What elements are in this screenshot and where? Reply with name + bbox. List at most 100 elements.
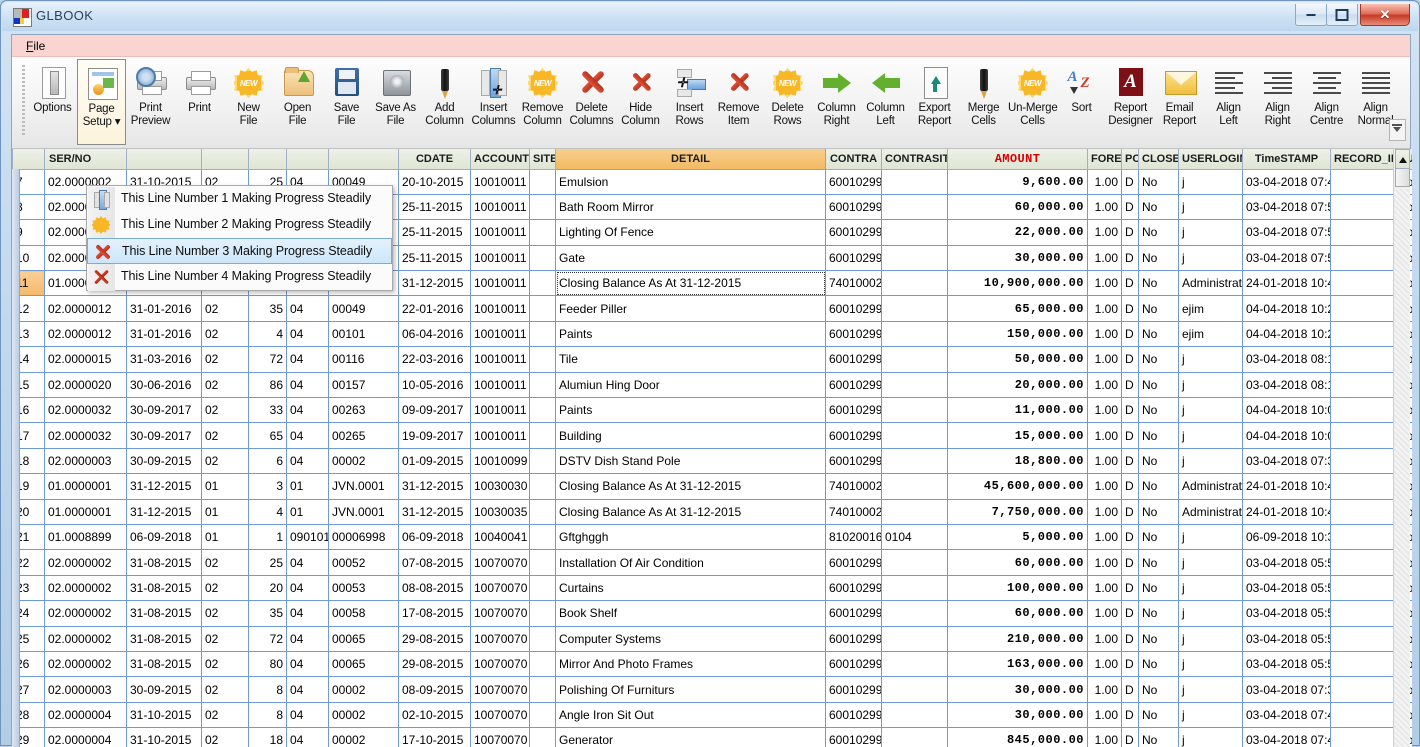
cell-date[interactable]: 30-09-2017 (126, 397, 202, 424)
table-row[interactable]: 25 02.0000002 31-08-2015 02 72 04 00065 29-08-2… (12, 625, 1412, 652)
col-header-site[interactable]: SITE (529, 149, 556, 170)
toolbar-button-print-preview[interactable]: Print Preview (126, 59, 175, 145)
cell-site[interactable] (529, 193, 556, 221)
cell-detail[interactable]: Computer Systems (555, 625, 826, 652)
col-header-cd[interactable] (201, 149, 249, 170)
cell-rid[interactable] (1330, 574, 1395, 602)
cell-ts[interactable]: 03-04-2018 05:5 (1242, 600, 1331, 627)
cell-site[interactable] (529, 625, 556, 652)
cell-closed[interactable]: No (1138, 650, 1179, 678)
cell-date[interactable]: 31-08-2015 (126, 625, 202, 652)
cell-ts[interactable]: 24-01-2018 10:4 (1242, 270, 1331, 297)
cell-ty[interactable]: 04 (286, 727, 329, 747)
cell-closed[interactable]: No (1138, 600, 1179, 627)
cell-site[interactable] (529, 727, 556, 747)
cell-sn[interactable]: 25 (248, 549, 287, 576)
cell-amount[interactable]: 30,000.00 (947, 244, 1088, 272)
cell-forex[interactable]: 1.00 (1087, 650, 1122, 678)
cell-amount[interactable]: 30,000.00 (947, 701, 1088, 729)
cell-rid[interactable] (1330, 473, 1395, 500)
cell-detail[interactable]: Paints (555, 397, 826, 424)
cell-contra[interactable]: 60010299 (825, 676, 882, 703)
cell-cdate[interactable]: 25-11-2015 (398, 219, 471, 246)
cell-pc[interactable]: D (1121, 168, 1139, 195)
cell-sn[interactable]: 6 (248, 447, 287, 475)
cell-pc[interactable]: D (1121, 397, 1139, 424)
toolbar-button-insert-columns[interactable]: ✛ Insert Columns (469, 59, 518, 145)
cell-ts[interactable]: 03-04-2018 08:1 (1242, 371, 1331, 399)
cell-contra[interactable]: 60010299 (825, 346, 882, 373)
cell-cdate[interactable]: 10-05-2016 (398, 371, 471, 399)
cell-user[interactable]: j (1178, 219, 1243, 246)
cell-cdate[interactable]: 06-04-2016 (398, 320, 471, 348)
cell-voucher[interactable]: 00265 (328, 422, 399, 449)
cell-date[interactable]: 31-12-2015 (126, 473, 202, 500)
cell-forex[interactable]: 1.00 (1087, 168, 1122, 195)
cell-cd[interactable]: 02 (201, 447, 249, 475)
toolbar-button-align-left[interactable]: Align Left (1204, 59, 1253, 145)
cell-ty[interactable]: 04 (286, 600, 329, 627)
table-row[interactable]: 12 02.0000012 31-01-2016 02 35 04 00049 22-01-2… (12, 295, 1412, 322)
toolbar-button-add-column[interactable]: Add Column (420, 59, 469, 145)
cell-detail[interactable]: Alumiun Hing Door (555, 371, 826, 399)
cell-contrasite[interactable] (881, 219, 948, 246)
cell-closed[interactable]: No (1138, 498, 1179, 525)
cell-account[interactable]: 10030035 (470, 498, 530, 525)
row-selector-strip[interactable] (12, 169, 20, 747)
cell-voucher[interactable]: 00065 (328, 625, 399, 652)
cell-amount[interactable]: 18,800.00 (947, 447, 1088, 475)
cell-detail[interactable]: Paints (555, 320, 826, 348)
cell-pc[interactable]: D (1121, 625, 1139, 652)
cell-amount[interactable]: 15,000.00 (947, 422, 1088, 449)
cell-closed[interactable]: No (1138, 168, 1179, 195)
cell-pc[interactable]: D (1121, 473, 1139, 500)
cell-forex[interactable]: 1.00 (1087, 397, 1122, 424)
cell-account[interactable]: 10010011 (470, 193, 530, 221)
cell-contrasite[interactable] (881, 625, 948, 652)
cell-ty[interactable]: 04 (286, 397, 329, 424)
cell-detail[interactable]: Curtains (555, 574, 826, 602)
menu-item-line-2[interactable]: This Line Number 2 Making Progress Stead… (87, 212, 392, 238)
cell-date[interactable]: 30-09-2015 (126, 447, 202, 475)
cell-cd[interactable]: 02 (201, 346, 249, 373)
cell-ts[interactable]: 03-04-2018 07:5 (1242, 244, 1331, 272)
cell-rid[interactable] (1330, 625, 1395, 652)
cell-ts[interactable]: 04-04-2018 10:0 (1242, 397, 1331, 424)
cell-amount[interactable]: 100,000.00 (947, 574, 1088, 602)
cell-sn[interactable]: 72 (248, 346, 287, 373)
cell-serno[interactable]: 02.0000004 (44, 727, 127, 747)
cell-pc[interactable]: D (1121, 498, 1139, 525)
cell-sn[interactable]: 65 (248, 422, 287, 449)
cell-date[interactable]: 31-08-2015 (126, 549, 202, 576)
toolbar-button-export-report[interactable]: Export Report (910, 59, 959, 145)
cell-amount[interactable]: 11,000.00 (947, 397, 1088, 424)
toolbar-button-page-setup[interactable]: Page Setup ▾ (77, 59, 126, 145)
cell-cd[interactable]: 01 (201, 498, 249, 525)
cell-sn[interactable]: 35 (248, 600, 287, 627)
cell-account[interactable]: 10070070 (470, 600, 530, 627)
col-header-userlogin[interactable]: USERLOGIN (1178, 149, 1243, 170)
cell-cdate[interactable]: 22-01-2016 (398, 295, 471, 322)
cell-contrasite[interactable] (881, 701, 948, 729)
cell-cd[interactable]: 01 (201, 523, 249, 551)
cell-user[interactable]: j (1178, 600, 1243, 627)
col-header-recordid[interactable]: RECORD_ID (1330, 149, 1395, 170)
table-row[interactable]: 18 02.0000003 30-09-2015 02 6 04 00002 01-09-20… (12, 447, 1412, 475)
cell-site[interactable] (529, 574, 556, 602)
cell-ty[interactable]: 04 (286, 650, 329, 678)
cell-cdate[interactable]: 20-10-2015 (398, 168, 471, 195)
cell-account[interactable]: 10070070 (470, 549, 530, 576)
cell-cdate[interactable]: 06-09-2018 (398, 523, 471, 551)
close-button[interactable]: ✕ (1360, 4, 1410, 26)
toolbar-button-delete-rows[interactable]: NEW Delete Rows (763, 59, 812, 145)
cell-user[interactable]: j (1178, 574, 1243, 602)
cell-closed[interactable]: No (1138, 295, 1179, 322)
cell-date[interactable]: 30-09-2015 (126, 676, 202, 703)
cell-user[interactable]: j (1178, 447, 1243, 475)
cell-site[interactable] (529, 320, 556, 348)
cell-rid[interactable] (1330, 270, 1395, 297)
col-header-forex[interactable]: FOREX (1087, 149, 1122, 170)
cell-ty[interactable]: 04 (286, 320, 329, 348)
cell-contra[interactable]: 60010299 (825, 574, 882, 602)
scrollbar-track[interactable] (1394, 189, 1409, 747)
